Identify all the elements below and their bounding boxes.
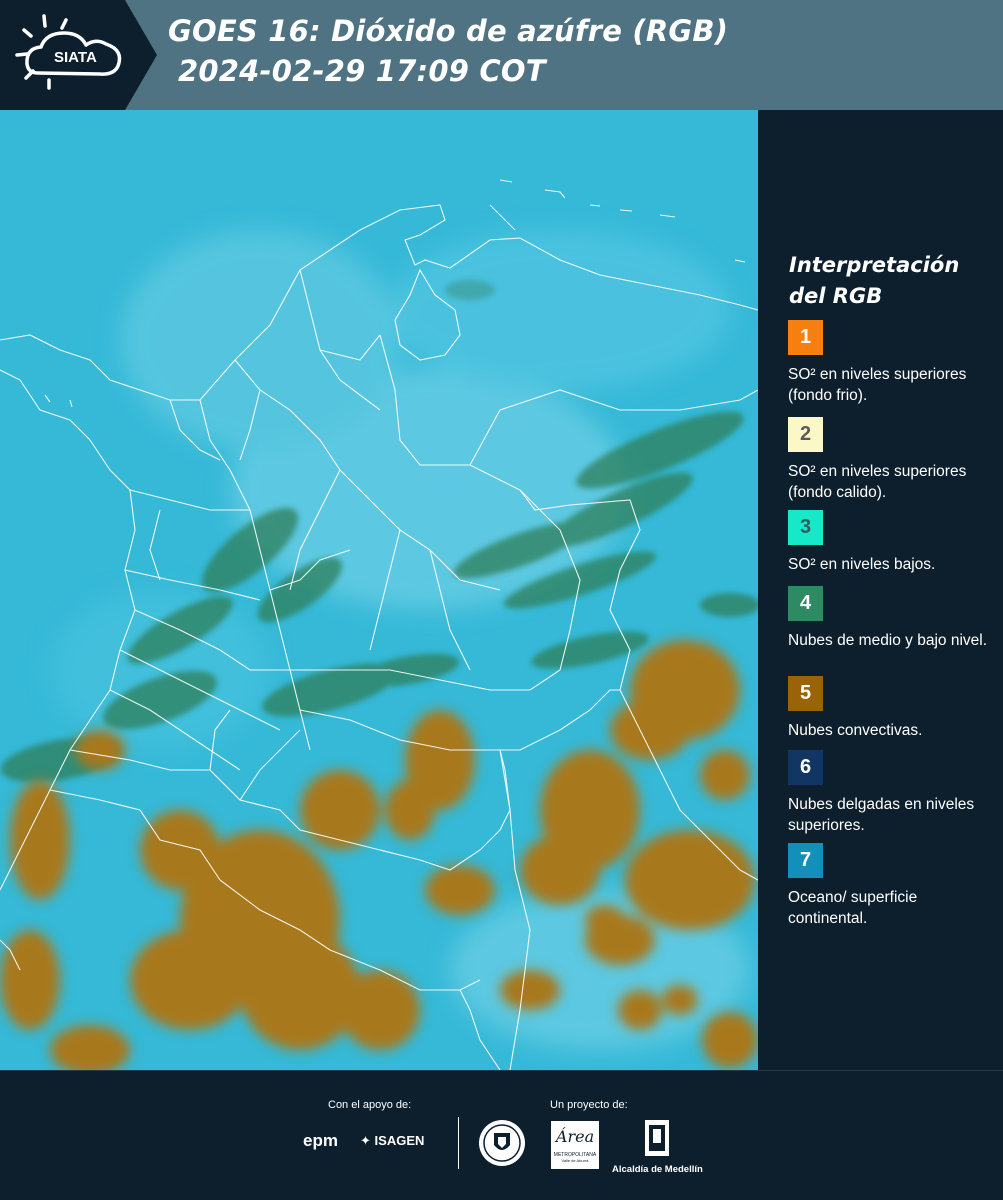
legend-text-2: SO² en niveles superiores (fondo calido)…: [788, 463, 967, 501]
legend-number-6: 6: [799, 756, 812, 778]
epm-logo: epm: [303, 1131, 338, 1151]
footer: Con el apoyo de: Un proyecto de: epm ✦ I…: [0, 1070, 1003, 1200]
legend-swatch-4: 4: [788, 586, 823, 621]
area-metropolitana-logo: Área METROPOLITANA Valle de Aburrá: [551, 1121, 599, 1169]
isagen-logo: ✦ ISAGEN: [360, 1133, 424, 1149]
siata-logo: SIATA: [0, 0, 160, 110]
isagen-logo-text: ISAGEN: [374, 1133, 425, 1148]
isagen-symbol-icon: ✦: [360, 1133, 371, 1148]
support-label: Con el apoyo de:: [328, 1099, 412, 1111]
legend-swatch-5: 5: [788, 676, 823, 711]
area-logo-subtext-2: Valle de Aburrá: [561, 1158, 589, 1163]
legend-text-6: Nubes delgadas en niveles superiores.: [788, 796, 975, 834]
timestamp: 2024-02-29 17:09 COT: [178, 54, 546, 88]
legend-swatch-6: 6: [788, 750, 823, 785]
legend-item-7: 7 Oceano/ superficie continental.: [788, 843, 988, 929]
logo-text: SIATA: [54, 49, 97, 66]
legend-swatch-3: 3: [788, 510, 823, 545]
legend-number-4: 4: [799, 592, 812, 614]
header-bar: SIATA GOES 16: Dióxido de azúfre (RGB) 2…: [0, 0, 1003, 110]
alcaldia-logo: Alcaldía de Medellín: [612, 1119, 703, 1175]
legend-number-1: 1: [799, 326, 812, 348]
legend-item-2: 2 SO² en niveles superiores (fondo calid…: [788, 417, 988, 503]
footer-divider: [458, 1117, 459, 1169]
legend-number-3: 3: [799, 516, 812, 538]
satellite-map: [0, 110, 758, 1070]
legend-text-1: SO² en niveles superiores (fondo frio).: [788, 366, 967, 404]
legend-text-3: SO² en niveles bajos.: [788, 556, 936, 573]
legend-number-5: 5: [799, 682, 812, 704]
epm-logo-text: epm: [303, 1131, 338, 1150]
legend-swatch-7: 7: [788, 843, 823, 878]
legend-item-4: 4 Nubes de medio y bajo nivel.: [788, 586, 988, 651]
legend-title: Interpretación del RGB: [789, 250, 989, 312]
legend-item-1: 1 SO² en niveles superiores (fondo frio)…: [788, 320, 988, 406]
project-label: Un proyecto de:: [550, 1099, 628, 1111]
legend-item-6: 6 Nubes delgadas en niveles superiores.: [788, 750, 988, 836]
medellin-seal-icon: [478, 1119, 526, 1172]
legend-text-4: Nubes de medio y bajo nivel.: [788, 632, 988, 649]
legend-text-5: Nubes convectivas.: [788, 722, 923, 739]
legend-number-2: 2: [799, 423, 812, 445]
area-logo-text: Área: [555, 1127, 595, 1146]
legend-item-5: 5 Nubes convectivas.: [788, 676, 988, 741]
alcaldia-shield-icon: [645, 1120, 669, 1156]
legend-swatch-2: 2: [788, 417, 823, 452]
legend-text-7: Oceano/ superficie continental.: [788, 889, 918, 927]
rgb-legend: Interpretación del RGB 1 SO² en niveles …: [760, 110, 1003, 1070]
legend-item-3: 3 SO² en niveles bajos.: [788, 510, 988, 575]
legend-title-line-2: del RGB: [789, 284, 883, 308]
legend-number-7: 7: [799, 849, 812, 871]
page-title: GOES 16: Dióxido de azúfre (RGB): [168, 14, 729, 48]
legend-title-line-1: Interpretación: [789, 253, 960, 277]
alcaldia-logo-text: Alcaldía de Medellín: [612, 1164, 703, 1175]
legend-swatch-1: 1: [788, 320, 823, 355]
